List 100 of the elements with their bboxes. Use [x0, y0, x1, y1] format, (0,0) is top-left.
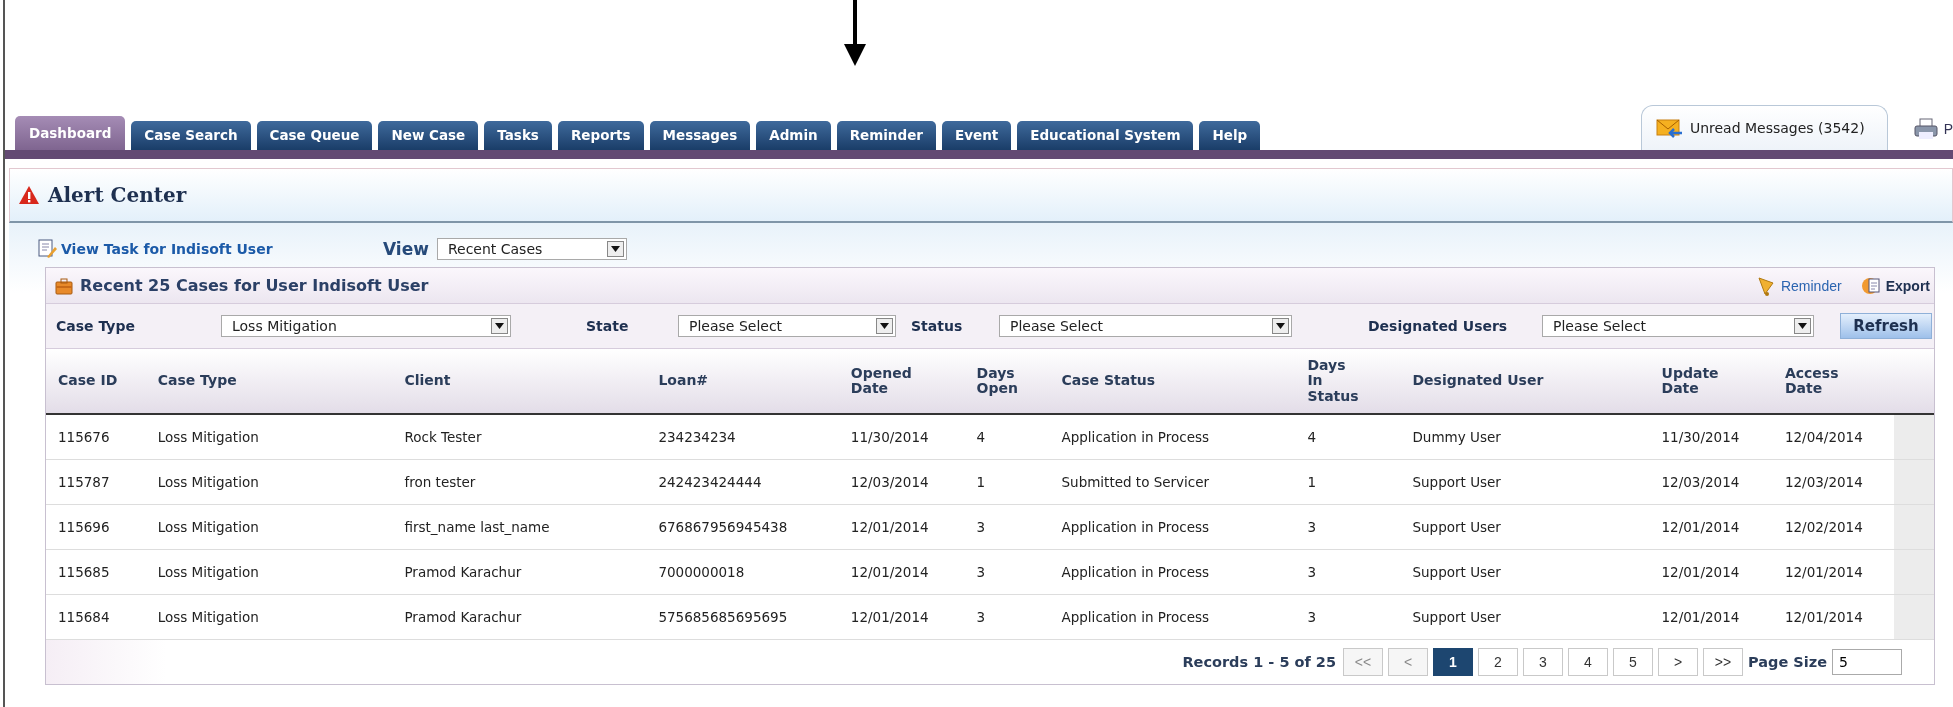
nav-tab[interactable]: Tasks — [484, 121, 552, 150]
table-cell: Pramod Karachur — [392, 549, 647, 595]
filter-label: Case Type — [56, 318, 136, 334]
table-cell: 12/01/2014 — [1772, 549, 1894, 595]
page-title: Alert Center — [48, 183, 187, 207]
page-button[interactable]: 3 — [1523, 648, 1563, 676]
printer-icon — [1913, 118, 1938, 140]
dropdown-field[interactable]: Please Select — [999, 315, 1292, 337]
table-cell: 11/30/2014 — [838, 414, 965, 460]
export-link[interactable]: Export — [1859, 274, 1930, 297]
table-cell: 3 — [964, 549, 1050, 595]
print-link[interactable]: P — [1907, 117, 1953, 150]
table-cell: 12/01/2014 — [838, 549, 965, 595]
table-cell: 12/01/2014 — [838, 504, 965, 550]
table-cell: 3 — [1295, 549, 1401, 595]
notepad-icon — [37, 239, 57, 259]
table-cell: 12/01/2014 — [1772, 594, 1894, 640]
briefcase-icon — [54, 275, 74, 296]
table-cell: Support User — [1400, 594, 1650, 640]
table-cell: 12/01/2014 — [838, 594, 965, 640]
nav-tab[interactable]: New Case — [378, 121, 479, 150]
table-cell: 676867956945438 — [646, 504, 839, 550]
table-cell: fron tester — [392, 459, 647, 505]
dropdown-field[interactable]: Please Select — [678, 315, 896, 337]
table-cell: 3 — [1295, 594, 1401, 640]
page-size-field[interactable]: 5 — [1832, 649, 1902, 675]
table-cell: 115696 — [46, 504, 146, 550]
table-cell: 12/01/2014 — [1649, 504, 1773, 550]
table-cell: 115684 — [46, 594, 146, 640]
warning-icon — [18, 185, 40, 205]
table-cell: Application in Process — [1049, 549, 1296, 595]
table-cell: Loss Mitigation — [145, 414, 393, 460]
nav-tab[interactable]: Admin — [756, 121, 831, 150]
table-cell: 234234234 — [646, 414, 839, 460]
page-button[interactable]: > — [1658, 648, 1698, 676]
page-button[interactable]: 1 — [1433, 648, 1473, 676]
dropdown-field[interactable]: Loss Mitigation — [221, 315, 511, 337]
page-button[interactable]: 4 — [1568, 648, 1608, 676]
dropdown-field[interactable]: Recent Cases — [436, 238, 627, 260]
table-cell: 12/04/2014 — [1772, 414, 1894, 460]
records-count: Records 1 - 5 of 25 — [1182, 654, 1336, 670]
table-cell: Application in Process — [1049, 594, 1296, 640]
table-cell: Loss Mitigation — [145, 459, 393, 505]
table-cell: 3 — [964, 504, 1050, 550]
filter-label: Designated Users — [1368, 318, 1509, 334]
table-cell: 4 — [964, 414, 1050, 460]
table-cell: Dummy User — [1400, 414, 1650, 460]
table-cell: Application in Process — [1049, 414, 1296, 460]
table-cell: first_name last_name — [392, 504, 647, 550]
table-cell: 12/03/2014 — [1772, 459, 1894, 505]
page-size-label: Page Size — [1748, 654, 1827, 670]
annotation-arrow — [843, 0, 867, 66]
table-cell: 242423424444 — [646, 459, 839, 505]
table-cell: 3 — [964, 594, 1050, 640]
nav-tab[interactable]: Dashboard — [15, 116, 126, 150]
nav-tab[interactable]: Case Queue — [256, 121, 373, 150]
page-button[interactable]: 5 — [1613, 648, 1653, 676]
table-cell: 3 — [1295, 504, 1401, 550]
nav-tab[interactable]: Help — [1199, 121, 1261, 150]
table-cell: Support User — [1400, 504, 1650, 550]
page-button[interactable]: >> — [1703, 648, 1743, 676]
view-label: View — [383, 239, 429, 259]
table-cell: 12/01/2014 — [1649, 594, 1773, 640]
nav-tab[interactable]: Event — [941, 121, 1012, 150]
table-cell: Pramod Karachur — [392, 594, 647, 640]
nav-tab[interactable]: Reports — [557, 121, 644, 150]
table-cell: 1 — [964, 459, 1050, 505]
table-cell: 12/02/2014 — [1772, 504, 1894, 550]
table-cell: Loss Mitigation — [145, 549, 393, 595]
table-cell: 4 — [1295, 414, 1401, 460]
nav-tab[interactable]: Educational System — [1017, 121, 1194, 150]
dropdown-field[interactable]: Please Select — [1542, 315, 1814, 337]
nav-tab[interactable]: Case Search — [131, 121, 251, 150]
refresh-button[interactable]: Refresh — [1840, 313, 1932, 339]
table-cell: Loss Mitigation — [145, 594, 393, 640]
table-cell: 115787 — [46, 459, 146, 505]
table-cell: 11/30/2014 — [1649, 414, 1773, 460]
table-cell: Loss Mitigation — [145, 504, 393, 550]
filter-label: State — [586, 318, 630, 334]
reminder-link[interactable]: Reminder — [1754, 274, 1842, 297]
filter-label: Status — [911, 318, 964, 334]
table-cell: 575685685695695 — [646, 594, 839, 640]
nav-tab[interactable]: Messages — [649, 121, 751, 150]
table-cell: Rock Tester — [392, 414, 647, 460]
nav-tab[interactable]: Reminder — [836, 121, 936, 150]
table-cell: 12/01/2014 — [1649, 549, 1773, 595]
table-cell: 12/03/2014 — [838, 459, 965, 505]
table-cell: Support User — [1400, 459, 1650, 505]
table-cell: 115685 — [46, 549, 146, 595]
unread-messages-tab[interactable]: Unread Messages (3542) — [1640, 105, 1888, 150]
view-task-link[interactable]: View Task for Indisoft User — [37, 239, 383, 259]
panel-title: Recent 25 Cases for User Indisoft User — [80, 276, 429, 295]
table-cell: Support User — [1400, 549, 1650, 595]
table-cell: 1 — [1295, 459, 1401, 505]
table-cell: 115676 — [46, 414, 146, 460]
page-button[interactable]: 2 — [1478, 648, 1518, 676]
table-cell: 7000000018 — [646, 549, 839, 595]
table-cell: 12/03/2014 — [1649, 459, 1773, 505]
table-cell: Submitted to Servicer — [1049, 459, 1296, 505]
envelope-icon — [1655, 117, 1684, 139]
